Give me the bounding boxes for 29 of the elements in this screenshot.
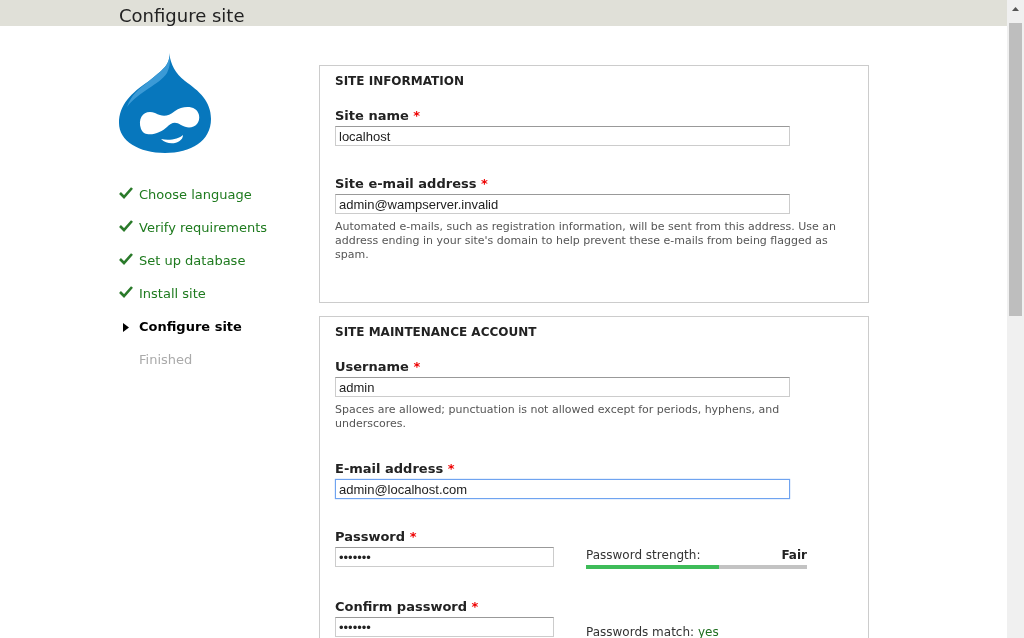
password-field[interactable]: ••••••• <box>335 617 554 637</box>
scrollbar-thumb[interactable] <box>1009 23 1022 316</box>
fieldset-legend: SITE MAINTENANCE ACCOUNT <box>335 325 853 339</box>
strength-label: Password strength: <box>586 548 701 562</box>
field-label: Username * <box>335 359 422 374</box>
scroll-up-icon[interactable] <box>1012 7 1019 11</box>
match-value: yes <box>697 625 719 638</box>
field-description: Spaces are allowed; punctuation is not allowed except for periods, hyphens, and underscores. <box>335 403 781 431</box>
field-label: Confirm password * <box>335 599 480 614</box>
field-description: Automated e-mails, such as registration information, will be sent from this address. Use an address ending in your site's domain to help prevent these e-mails from being flagged as spam. <box>335 220 838 262</box>
text-field[interactable]: localhost <box>335 126 790 146</box>
page-title: Configure site <box>119 5 246 26</box>
text-field[interactable]: admin@localhost.com <box>335 479 790 499</box>
text-field[interactable]: admin <box>335 377 790 397</box>
step-label: Install site <box>139 286 206 302</box>
step-label: Set up database <box>139 253 246 269</box>
fieldset-legend: SITE INFORMATION <box>335 74 853 88</box>
field-label: Site name * <box>335 108 422 123</box>
step-label: Finished <box>139 352 193 368</box>
step-label: Choose language <box>139 187 252 203</box>
text-field[interactable]: admin@wampserver.invalid <box>335 194 790 214</box>
field-label: Password * <box>335 529 418 544</box>
match-label: Passwords match: <box>586 625 695 638</box>
strength-value: Fair <box>781 548 807 562</box>
field-label: E-mail address * <box>335 461 456 476</box>
password-field[interactable]: ••••••• <box>335 547 554 567</box>
field-label: Site e-mail address * <box>335 176 489 191</box>
step-label: Configure site <box>139 319 242 335</box>
step-label: Verify requirements <box>139 220 267 236</box>
